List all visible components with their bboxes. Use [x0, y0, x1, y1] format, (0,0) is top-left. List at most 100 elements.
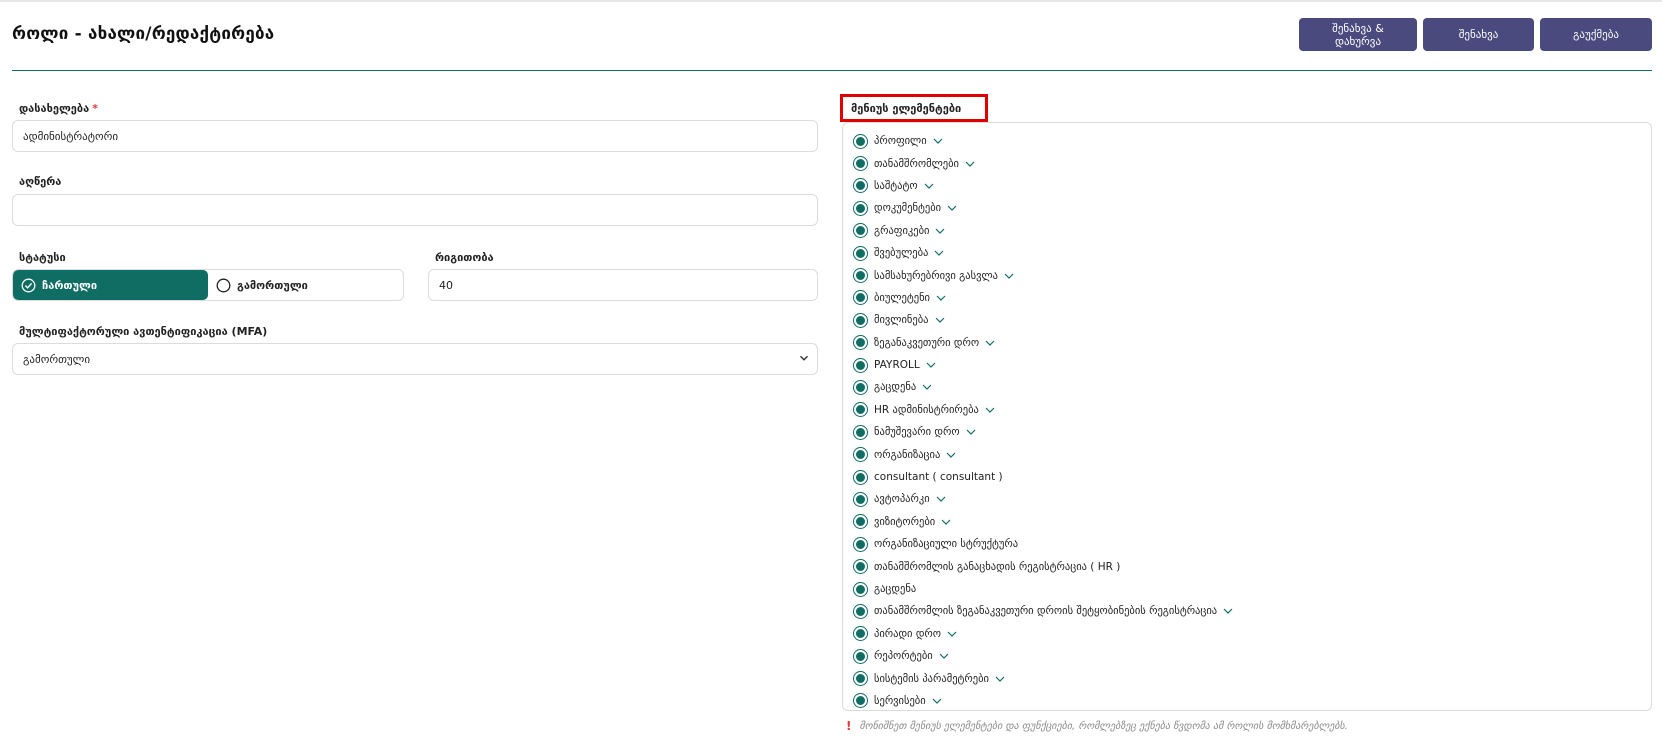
menu-item-label: მივლინება — [874, 314, 929, 327]
chevron-down-icon[interactable] — [939, 652, 949, 660]
menu-item[interactable]: გაცდენა — [852, 376, 1651, 398]
menu-item[interactable]: ორგანიზაციული სტრუქტურა — [852, 533, 1651, 555]
description-label: აღწერა — [19, 175, 62, 188]
menu-item-label: შვებულება — [874, 247, 929, 260]
menu-item[interactable]: თანამშრომლები — [852, 152, 1651, 174]
menu-item-label: ვიზიტორები — [874, 515, 936, 528]
chevron-down-icon[interactable] — [947, 204, 957, 212]
menu-item-label: ორგანიზაციული სტრუქტურა — [874, 538, 1019, 551]
selected-radio-icon[interactable] — [854, 582, 867, 596]
menu-item[interactable]: ბიულეტენი — [852, 287, 1651, 309]
selected-radio-icon[interactable] — [854, 157, 867, 171]
menu-item[interactable]: თანამშრომლის განაცხადის რეგისტრაცია ( HR… — [852, 555, 1651, 577]
chevron-down-icon[interactable] — [966, 428, 976, 436]
header-actions: შენახვა & დახურვა შენახვა გაუქმება — [1299, 18, 1652, 51]
menu-item[interactable]: გრაფიკები — [852, 220, 1651, 242]
menu-item[interactable]: ზეგანაკვეთური დრო — [852, 332, 1651, 354]
chevron-down-icon[interactable] — [1223, 607, 1233, 615]
selected-radio-icon[interactable] — [854, 448, 867, 462]
menu-item-label: ზეგანაკვეთური დრო — [874, 336, 980, 349]
menu-item-label: თანამშრომლის განაცხადის რეგისტრაცია ( HR… — [874, 560, 1121, 573]
chevron-down-icon[interactable] — [924, 182, 934, 190]
selected-radio-icon[interactable] — [854, 201, 867, 215]
chevron-down-icon[interactable] — [995, 675, 1005, 683]
menu-item-label: პირადი დრო — [874, 627, 942, 640]
chevron-down-icon[interactable] — [941, 518, 951, 526]
selected-radio-icon[interactable] — [854, 358, 867, 372]
selected-radio-icon[interactable] — [854, 425, 867, 439]
menu-item[interactable]: თანამშრომლის ზეგანაკვეთური დროის შეტყობი… — [852, 600, 1651, 622]
chevron-down-icon[interactable] — [985, 406, 995, 414]
chevron-down-icon[interactable] — [936, 495, 946, 503]
selected-radio-icon[interactable] — [854, 470, 867, 484]
chevron-down-icon[interactable] — [947, 630, 957, 638]
name-label: დასახელება * — [19, 102, 98, 115]
selected-radio-icon[interactable] — [854, 313, 867, 327]
chevron-down-icon[interactable] — [932, 697, 942, 705]
menu-item[interactable]: გაცდენა — [852, 578, 1651, 600]
order-input[interactable] — [428, 269, 818, 301]
menu-item-label: სერვისები — [874, 694, 926, 707]
menu-item[interactable]: consultant ( consultant ) — [852, 466, 1651, 488]
mfa-select[interactable]: გამორთული — [12, 343, 818, 375]
selected-radio-icon[interactable] — [854, 179, 867, 193]
name-input[interactable] — [12, 120, 818, 152]
selected-radio-icon[interactable] — [854, 246, 867, 260]
menu-item[interactable]: ავტოპარკი — [852, 488, 1651, 510]
selected-radio-icon[interactable] — [854, 537, 867, 551]
chevron-down-icon[interactable] — [946, 451, 956, 459]
status-option-disabled[interactable]: გამორთული — [208, 270, 403, 300]
menu-hint: ! მონიშნეთ მენიუს ელემენტები და ფუნქციებ… — [846, 719, 1348, 733]
selected-radio-icon[interactable] — [854, 403, 867, 417]
selected-radio-icon[interactable] — [854, 672, 867, 686]
menu-item-label: პროფილი — [874, 135, 927, 148]
selected-radio-icon[interactable] — [854, 515, 867, 529]
cancel-button[interactable]: გაუქმება — [1540, 18, 1652, 51]
chevron-down-icon[interactable] — [936, 294, 946, 302]
menu-item[interactable]: საშტატო — [852, 175, 1651, 197]
selected-radio-icon[interactable] — [854, 224, 867, 238]
menu-item[interactable]: PAYROLL — [852, 354, 1651, 376]
menu-item[interactable]: სამსახურებრივი გასვლა — [852, 264, 1651, 286]
menu-item[interactable]: პირადი დრო — [852, 623, 1651, 645]
selected-radio-icon[interactable] — [854, 134, 867, 148]
menu-item[interactable]: ვიზიტორები — [852, 511, 1651, 533]
selected-radio-icon[interactable] — [854, 336, 867, 350]
menu-item-label: გრაფიკები — [874, 224, 930, 237]
status-option-enabled[interactable]: ჩართული — [13, 270, 208, 300]
menu-item[interactable]: სერვისები — [852, 690, 1651, 712]
chevron-down-icon[interactable] — [935, 316, 945, 324]
chevron-down-icon[interactable] — [1004, 272, 1014, 280]
menu-item[interactable]: მივლინება — [852, 309, 1651, 331]
save-close-button[interactable]: შენახვა & დახურვა — [1299, 18, 1417, 51]
chevron-down-icon[interactable] — [933, 137, 943, 145]
chevron-down-icon[interactable] — [985, 339, 995, 347]
menu-hint-text: მონიშნეთ მენიუს ელემენტები და ფუნქციები,… — [859, 720, 1348, 732]
save-button[interactable]: შენახვა — [1423, 18, 1534, 51]
selected-radio-icon[interactable] — [854, 627, 867, 641]
selected-radio-icon[interactable] — [854, 291, 867, 305]
selected-radio-icon[interactable] — [854, 649, 867, 663]
menu-item-label: სისტემის პარამეტრები — [874, 672, 989, 685]
menu-item[interactable]: ნამუშევარი დრო — [852, 421, 1651, 443]
chevron-down-icon[interactable] — [935, 227, 945, 235]
menu-item[interactable]: შვებულება — [852, 242, 1651, 264]
menu-item[interactable]: HR ადმინისტრირება — [852, 399, 1651, 421]
selected-radio-icon[interactable] — [854, 269, 867, 283]
chevron-down-icon — [799, 355, 809, 361]
selected-radio-icon[interactable] — [854, 604, 867, 618]
description-input[interactable] — [12, 194, 818, 226]
selected-radio-icon[interactable] — [854, 380, 867, 394]
chevron-down-icon[interactable] — [926, 361, 936, 369]
menu-item[interactable]: რეპორტები — [852, 645, 1651, 667]
chevron-down-icon[interactable] — [965, 160, 975, 168]
chevron-down-icon[interactable] — [934, 249, 944, 257]
chevron-down-icon[interactable] — [922, 383, 932, 391]
menu-item[interactable]: პროფილი — [852, 130, 1651, 152]
selected-radio-icon[interactable] — [854, 694, 867, 708]
menu-item[interactable]: დოკუმენტები — [852, 197, 1651, 219]
menu-item[interactable]: სისტემის პარამეტრები — [852, 667, 1651, 689]
selected-radio-icon[interactable] — [854, 492, 867, 506]
selected-radio-icon[interactable] — [854, 560, 867, 574]
menu-item[interactable]: ორგანიზაცია — [852, 443, 1651, 465]
